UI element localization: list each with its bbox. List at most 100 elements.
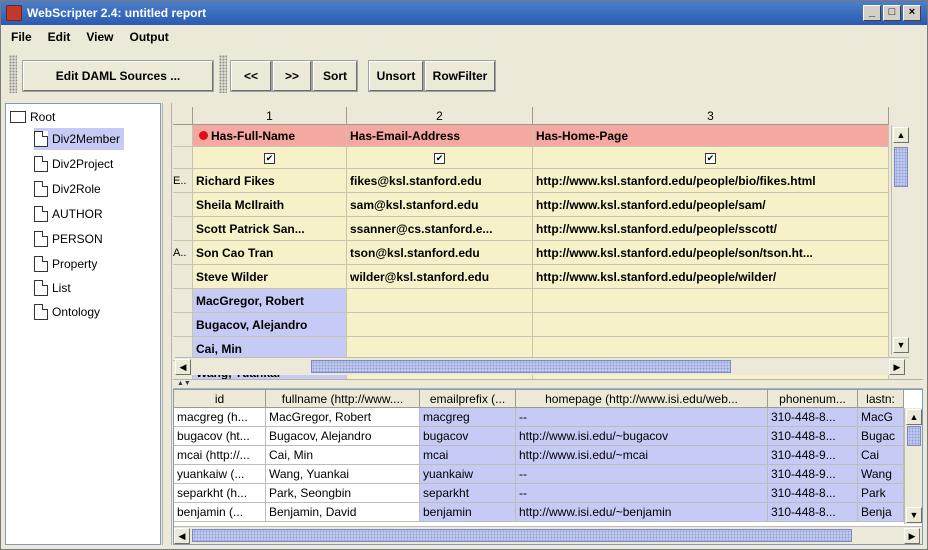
tree-item-ontology[interactable]: Ontology [34, 301, 100, 323]
edit-daml-sources-button[interactable]: Edit DAML Sources ... [22, 60, 214, 92]
source-column-header[interactable]: homepage (http://www.isi.edu/web... [516, 390, 768, 408]
next-button[interactable]: >> [272, 60, 312, 92]
report-cell[interactable] [533, 289, 889, 313]
source-horizontal-scrollbar[interactable]: ◀ ▶ [174, 526, 922, 544]
toolbar-grip[interactable] [9, 55, 17, 93]
source-cell[interactable]: Bugacov, Alejandro [266, 427, 420, 446]
report-cell[interactable]: http://www.ksl.stanford.edu/people/bio/f… [533, 169, 889, 193]
tree-item-list[interactable]: List [34, 277, 71, 299]
source-cell[interactable]: -- [516, 408, 768, 427]
sort-button[interactable]: Sort [312, 60, 358, 92]
report-cell[interactable] [533, 313, 889, 337]
source-cell[interactable]: Benja [858, 503, 904, 522]
source-cell[interactable]: macgreg (h... [174, 408, 266, 427]
report-cell[interactable] [347, 313, 533, 337]
report-cell[interactable]: http://www.ksl.stanford.edu/people/sscot… [533, 217, 889, 241]
menu-edit[interactable]: Edit [48, 27, 71, 47]
source-cell[interactable]: Cai [858, 446, 904, 465]
tree-item-div2project[interactable]: Div2Project [34, 153, 113, 175]
source-cell[interactable]: http://www.isi.edu/~mcai [516, 446, 768, 465]
source-cell[interactable]: bugacov [420, 427, 516, 446]
scroll-up-arrow-icon[interactable]: ▲ [893, 127, 909, 143]
tree-item-div2member[interactable]: Div2Member [34, 128, 125, 150]
source-cell[interactable]: separkht (h... [174, 484, 266, 503]
source-cell[interactable]: MacGregor, Robert [266, 408, 420, 427]
property-header-email[interactable]: Has-Email-Address [347, 125, 533, 147]
scroll-right-arrow-icon[interactable]: ▶ [889, 359, 905, 375]
source-cell[interactable]: Park, Seongbin [266, 484, 420, 503]
report-cell[interactable]: Richard Fikes [193, 169, 347, 193]
scroll-right-arrow-icon[interactable]: ▶ [904, 528, 920, 544]
scroll-down-arrow-icon[interactable]: ▼ [906, 507, 922, 523]
source-column-header[interactable]: emailprefix (... [420, 390, 516, 408]
source-cell[interactable]: Wang, Yuankai [266, 465, 420, 484]
minimize-button[interactable]: _ [863, 5, 881, 21]
unsort-button[interactable]: Unsort [368, 60, 424, 92]
vertical-splitter[interactable] [162, 103, 172, 545]
source-cell[interactable]: mcai [420, 446, 516, 465]
report-cell[interactable]: http://www.ksl.stanford.edu/people/son/t… [533, 241, 889, 265]
column-visible-checkbox[interactable]: ✔ [533, 147, 889, 169]
source-cell[interactable]: 310-448-8... [768, 408, 858, 427]
report-cell[interactable]: Son Cao Tran [193, 241, 347, 265]
source-column-header[interactable]: phonenum... [768, 390, 858, 408]
source-cell[interactable]: http://www.isi.edu/~benjamin [516, 503, 768, 522]
source-cell[interactable]: mcai (http://... [174, 446, 266, 465]
report-cell[interactable]: fikes@ksl.stanford.edu [347, 169, 533, 193]
source-column-header[interactable]: fullname (http://www.... [266, 390, 420, 408]
collapse-arrows-icon[interactable]: ▲▼ [177, 380, 191, 387]
source-cell[interactable]: Wang [858, 465, 904, 484]
source-cell[interactable]: -- [516, 484, 768, 503]
scroll-thumb[interactable] [192, 529, 852, 542]
source-cell[interactable]: yuankaiw (... [174, 465, 266, 484]
menu-file[interactable]: File [11, 27, 32, 47]
source-cell[interactable]: -- [516, 465, 768, 484]
source-cell[interactable]: 310-448-9... [768, 465, 858, 484]
close-button[interactable]: × [903, 5, 921, 21]
rowfilter-button[interactable]: RowFilter [424, 60, 496, 92]
source-cell[interactable]: benjamin [420, 503, 516, 522]
tree-item-author[interactable]: AUTHOR [34, 203, 103, 225]
property-header-full-name[interactable]: Has-Full-Name [193, 125, 347, 147]
report-cell[interactable]: Bugacov, Alejandro [193, 313, 347, 337]
scroll-down-arrow-icon[interactable]: ▼ [893, 337, 909, 353]
report-cell[interactable]: MacGregor, Robert [193, 289, 347, 313]
source-cell[interactable]: separkht [420, 484, 516, 503]
prev-button[interactable]: << [230, 60, 272, 92]
source-cell[interactable]: 310-448-8... [768, 427, 858, 446]
source-cell[interactable]: 310-448-8... [768, 484, 858, 503]
source-column-header[interactable]: id [174, 390, 266, 408]
report-cell[interactable]: Sheila McIlraith [193, 193, 347, 217]
tree-root[interactable]: Root [10, 106, 55, 128]
report-cell[interactable]: http://www.ksl.stanford.edu/people/sam/ [533, 193, 889, 217]
scroll-thumb[interactable] [894, 147, 908, 187]
source-cell[interactable]: Cai, Min [266, 446, 420, 465]
column-visible-checkbox[interactable]: ✔ [347, 147, 533, 169]
column-number-header[interactable]: 2 [347, 107, 533, 125]
source-cell[interactable]: http://www.isi.edu/~bugacov [516, 427, 768, 446]
report-cell[interactable]: Steve Wilder [193, 265, 347, 289]
source-cell[interactable]: 310-448-8... [768, 503, 858, 522]
source-cell[interactable]: Bugac [858, 427, 904, 446]
report-cell[interactable]: ssanner@cs.stanford.e... [347, 217, 533, 241]
scroll-up-arrow-icon[interactable]: ▲ [906, 409, 922, 425]
horizontal-splitter[interactable]: ▲▼ [173, 379, 923, 389]
menu-view[interactable]: View [86, 27, 113, 47]
source-cell[interactable]: benjamin (... [174, 503, 266, 522]
source-column-header[interactable]: lastn: [858, 390, 904, 408]
source-cell[interactable]: bugacov (ht... [174, 427, 266, 446]
report-cell[interactable]: Scott Patrick San... [193, 217, 347, 241]
column-number-header[interactable]: 3 [533, 107, 889, 125]
report-vertical-scrollbar[interactable]: ▲ ▼ [891, 125, 909, 355]
source-cell[interactable]: yuankaiw [420, 465, 516, 484]
source-cell[interactable]: Park [858, 484, 904, 503]
scroll-thumb[interactable] [311, 360, 731, 373]
report-cell[interactable]: sam@ksl.stanford.edu [347, 193, 533, 217]
title-bar[interactable]: WebScripter 2.4: untitled report _ □ × [1, 1, 927, 25]
report-cell[interactable] [347, 289, 533, 313]
source-cell[interactable]: Benjamin, David [266, 503, 420, 522]
report-horizontal-scrollbar[interactable]: ◀ ▶ [175, 357, 909, 375]
tree-item-property[interactable]: Property [34, 253, 97, 275]
source-cell[interactable]: MacG [858, 408, 904, 427]
column-visible-checkbox[interactable]: ✔ [193, 147, 347, 169]
